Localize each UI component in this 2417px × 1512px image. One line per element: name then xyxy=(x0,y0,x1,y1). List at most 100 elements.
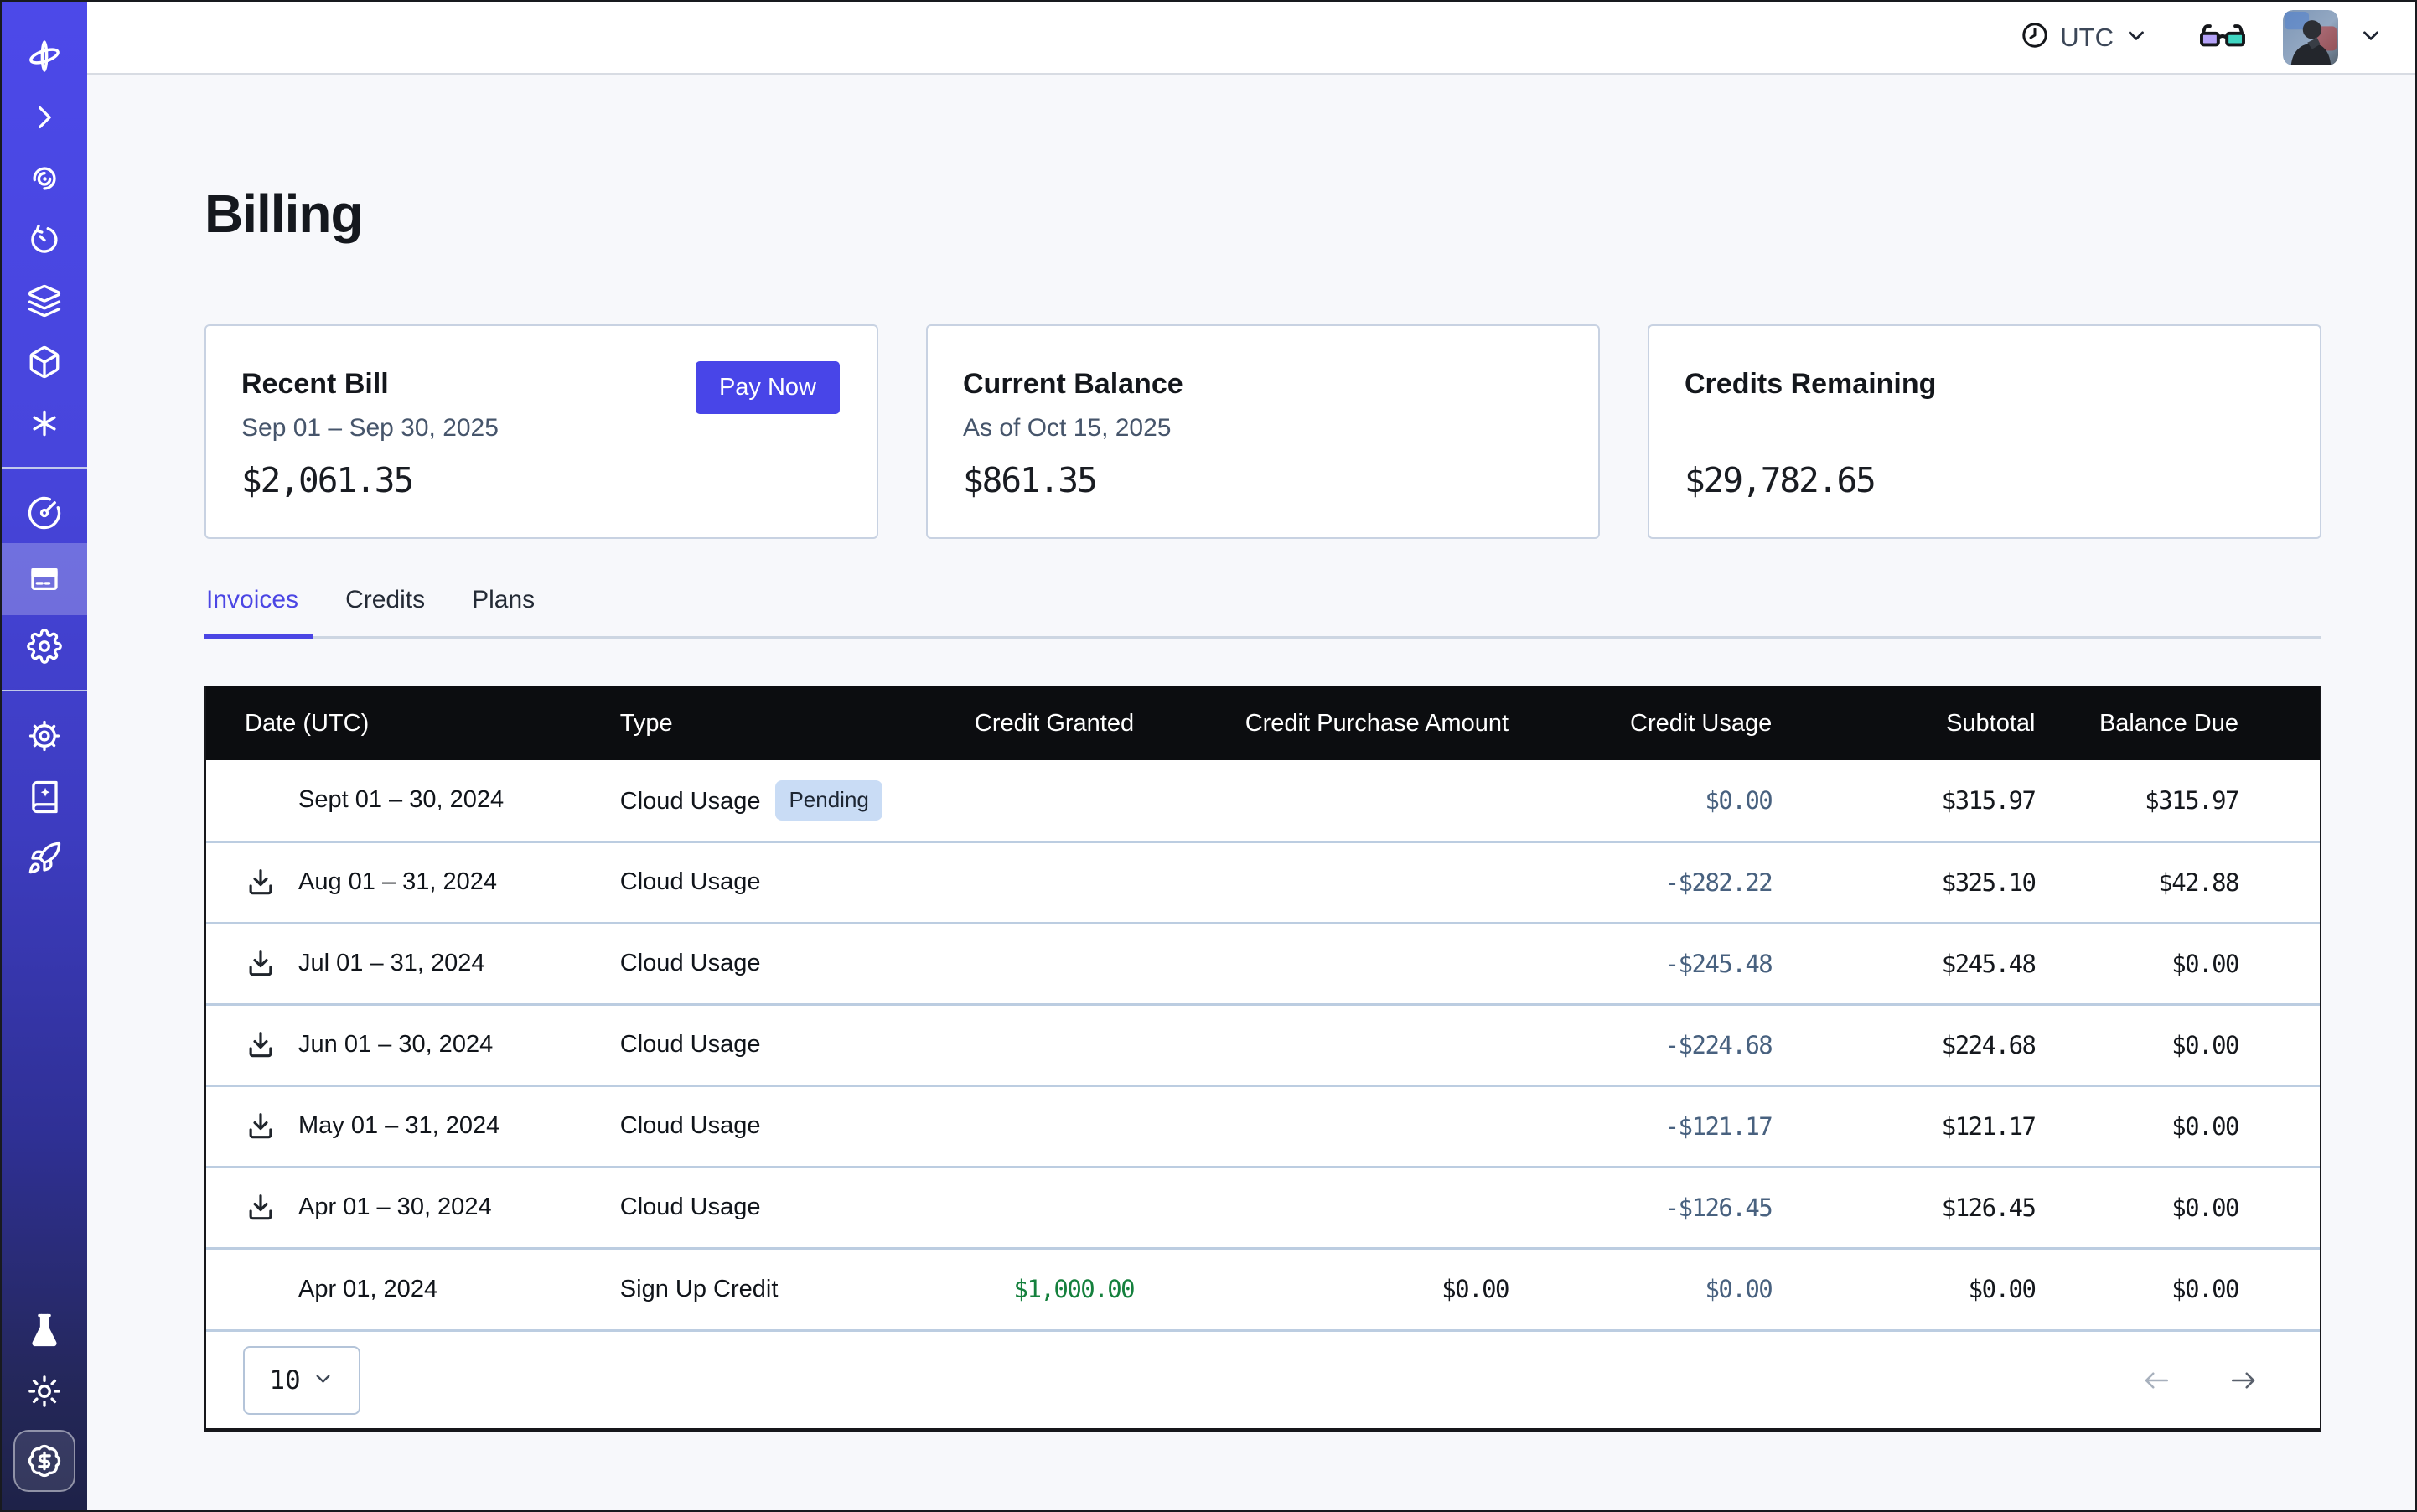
cell-balance-due: $0.00 xyxy=(2035,1248,2320,1329)
cell-subtotal: $0.00 xyxy=(1772,1248,2035,1329)
sidebar-item-billing-card[interactable] xyxy=(2,543,87,615)
helm-icon xyxy=(27,718,62,753)
sidebar-item-logo-orbit[interactable] xyxy=(2,25,87,86)
cell-subtotal: $315.97 xyxy=(1772,760,2035,841)
sidebar-item-cube[interactable] xyxy=(2,331,87,392)
cell-credit-granted xyxy=(896,841,1134,923)
sidebar-item-helm[interactable] xyxy=(2,705,87,766)
download-icon xyxy=(245,970,277,982)
chevron-down-icon xyxy=(312,1367,334,1394)
observe-spiral-icon xyxy=(27,161,62,196)
download-invoice-button[interactable] xyxy=(245,1192,277,1224)
download-invoice-button[interactable] xyxy=(245,867,277,898)
sun-icon xyxy=(27,1374,62,1409)
cell-credit-purchase xyxy=(1134,923,1509,1004)
download-invoice-button[interactable] xyxy=(245,1111,277,1142)
tab-plans[interactable]: Plans xyxy=(470,586,540,636)
gauge-icon xyxy=(27,495,62,531)
cell-subtotal: $121.17 xyxy=(1772,1085,2035,1167)
card-recent-bill: Recent BillSep 01 – Sep 30, 2025Pay Now$… xyxy=(204,324,878,539)
sidebar-item-book-sparkle[interactable] xyxy=(2,766,87,827)
user-menu-button[interactable] xyxy=(2358,23,2383,52)
card-amount: $29,782.65 xyxy=(1685,460,2283,500)
invoice-date: May 01 – 31, 2024 xyxy=(298,1112,499,1139)
cell-balance-due: $42.88 xyxy=(2035,841,2320,923)
timezone-selector[interactable]: UTC xyxy=(2020,20,2149,54)
cube-icon xyxy=(27,344,62,380)
tab-invoices[interactable]: Invoices xyxy=(204,586,303,636)
download-invoice-button[interactable] xyxy=(245,948,277,980)
cell-credit-granted xyxy=(896,760,1134,841)
sidebar-item-gauge[interactable] xyxy=(2,482,87,543)
invoice-type: Cloud Usage xyxy=(620,1194,761,1220)
cell-credit-granted: $1,000.00 xyxy=(896,1248,1134,1329)
sidebar-item-dollar-badge[interactable] xyxy=(13,1430,75,1492)
invoice-type: Sign Up Credit xyxy=(620,1276,779,1302)
reader-mode-button[interactable] xyxy=(2199,23,2246,53)
invoices-table: Date (UTC)TypeCredit GrantedCredit Purch… xyxy=(204,686,2321,1432)
topbar: UTC xyxy=(87,2,2415,75)
cell-balance-due: $0.00 xyxy=(2035,1085,2320,1167)
tab-credits[interactable]: Credits xyxy=(344,586,430,636)
invoice-type: Cloud Usage xyxy=(620,788,761,815)
main-content: Billing Recent BillSep 01 – Sep 30, 2025… xyxy=(87,75,2415,1510)
card-credits-remaining: Credits Remaining $29,782.65 xyxy=(1648,324,2321,539)
layers-icon xyxy=(27,283,62,318)
sidebar-item-sun[interactable] xyxy=(2,1360,87,1421)
cell-credit-purchase xyxy=(1134,1004,1509,1085)
cell-credit-purchase xyxy=(1134,841,1509,923)
page-size-select[interactable]: 10 xyxy=(243,1346,360,1415)
invoice-type: Cloud Usage xyxy=(620,868,761,895)
tabs: Invoices Credits Plans xyxy=(204,586,2321,639)
status-badge: Pending xyxy=(775,780,882,821)
pay-now-button[interactable]: Pay Now xyxy=(696,361,840,414)
table-row: May 01 – 31, 2024Cloud Usage-$121.17$121… xyxy=(206,1085,2320,1167)
cell-subtotal: $126.45 xyxy=(1772,1167,2035,1248)
invoice-type: Cloud Usage xyxy=(620,950,761,976)
cell-credit-purchase: $0.00 xyxy=(1134,1248,1509,1329)
download-icon xyxy=(245,1051,277,1064)
chevron-right-icon xyxy=(27,100,62,135)
download-icon xyxy=(245,1132,277,1145)
sidebar-bottom xyxy=(2,1299,87,1510)
sidebar-item-layers[interactable] xyxy=(2,270,87,331)
download-invoice-button[interactable] xyxy=(245,1029,277,1061)
cell-credit-usage: -$121.17 xyxy=(1509,1085,1772,1167)
app-window: UTC Billing Recent BillSep 01 – Sep 30, … xyxy=(0,0,2417,1512)
sidebar-divider xyxy=(2,467,87,469)
arrow-left-icon xyxy=(2137,1385,2176,1398)
arrow-right-icon xyxy=(2224,1385,2263,1398)
card-title: Credits Remaining xyxy=(1685,368,1936,401)
cell-balance-due: $0.00 xyxy=(2035,1167,2320,1248)
prev-page-button[interactable] xyxy=(2137,1365,2176,1395)
avatar[interactable] xyxy=(2283,10,2338,65)
table-row: Apr 01 – 30, 2024Cloud Usage-$126.45$126… xyxy=(206,1167,2320,1248)
column-header-credit-purchase-amount: Credit Purchase Amount xyxy=(1134,686,1509,760)
sidebar-item-observe-spiral[interactable] xyxy=(2,148,87,209)
sidebar-item-rocket[interactable] xyxy=(2,827,87,888)
invoice-date: Jul 01 – 31, 2024 xyxy=(298,950,485,976)
cell-credit-usage: -$224.68 xyxy=(1509,1004,1772,1085)
next-page-button[interactable] xyxy=(2224,1365,2263,1395)
card-title: Recent Bill xyxy=(241,368,499,401)
sidebar-item-flask[interactable] xyxy=(2,1299,87,1360)
clock-icon xyxy=(2020,20,2050,54)
cell-credit-granted xyxy=(896,923,1134,1004)
sidebar-divider xyxy=(2,690,87,691)
cell-credit-granted xyxy=(896,1085,1134,1167)
invoice-date: Sept 01 – 30, 2024 xyxy=(298,786,504,813)
sidebar-item-gear[interactable] xyxy=(2,615,87,676)
cell-balance-due: $0.00 xyxy=(2035,1004,2320,1085)
table-row: Apr 01, 2024Sign Up Credit$1,000.00$0.00… xyxy=(206,1248,2320,1329)
page-size-value: 10 xyxy=(269,1365,300,1395)
cell-balance-due: $0.00 xyxy=(2035,923,2320,1004)
download-icon xyxy=(245,1214,277,1226)
sidebar-item-asterisk[interactable] xyxy=(2,392,87,453)
sidebar-item-timer[interactable] xyxy=(2,209,87,270)
page-title: Billing xyxy=(204,183,2321,245)
invoice-date: Apr 01, 2024 xyxy=(298,1276,437,1302)
cell-balance-due: $315.97 xyxy=(2035,760,2320,841)
sidebar-item-chevron-right[interactable] xyxy=(2,86,87,148)
chevron-down-icon xyxy=(2358,23,2383,52)
invoice-date: Jun 01 – 30, 2024 xyxy=(298,1031,493,1058)
